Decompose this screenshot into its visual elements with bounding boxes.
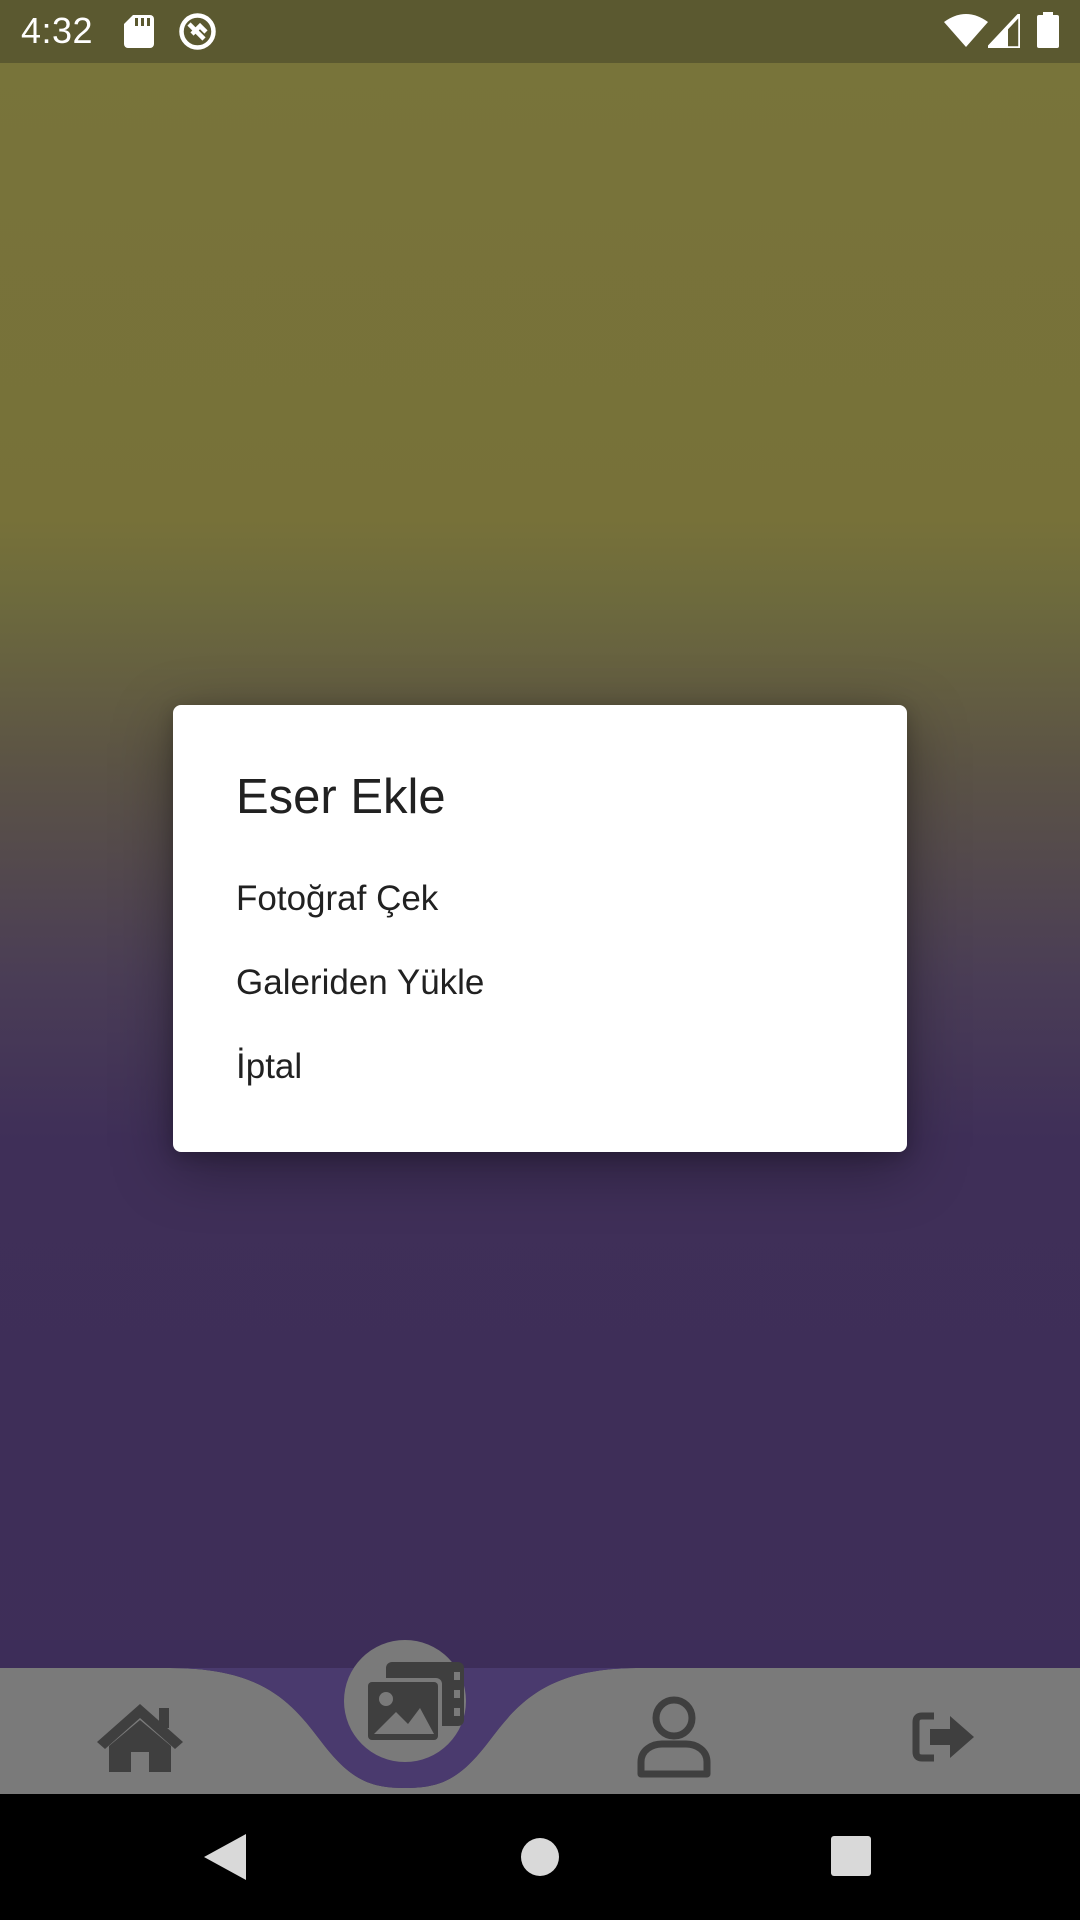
recents-icon[interactable] (831, 1836, 871, 1881)
sync-icon (178, 12, 217, 56)
cell-signal-icon (983, 9, 1022, 53)
battery-icon (1037, 12, 1059, 53)
logout-icon[interactable] (912, 1712, 978, 1767)
upload-from-gallery-option[interactable]: Galeriden Yükle (236, 963, 484, 1003)
take-photo-option[interactable]: Fotoğraf Çek (236, 879, 438, 919)
wifi-icon (944, 14, 988, 53)
system-navigation-bar (0, 1794, 1080, 1920)
status-bar: 4:32 (0, 0, 1080, 63)
gallery-icon[interactable] (364, 1662, 464, 1751)
sd-card-icon (124, 15, 154, 53)
home-icon[interactable] (95, 1702, 185, 1777)
dialog-title: Eser Ekle (236, 770, 446, 824)
cancel-option[interactable]: İptal (236, 1047, 302, 1087)
add-work-dialog: Eser Ekle Fotoğraf Çek Galeriden Yükle İ… (173, 705, 907, 1152)
profile-icon[interactable] (636, 1696, 712, 1783)
back-icon[interactable] (204, 1834, 246, 1885)
bottom-navigation-bar (0, 1640, 1080, 1794)
status-time: 4:32 (21, 10, 94, 51)
home-circle-icon[interactable] (520, 1837, 560, 1882)
